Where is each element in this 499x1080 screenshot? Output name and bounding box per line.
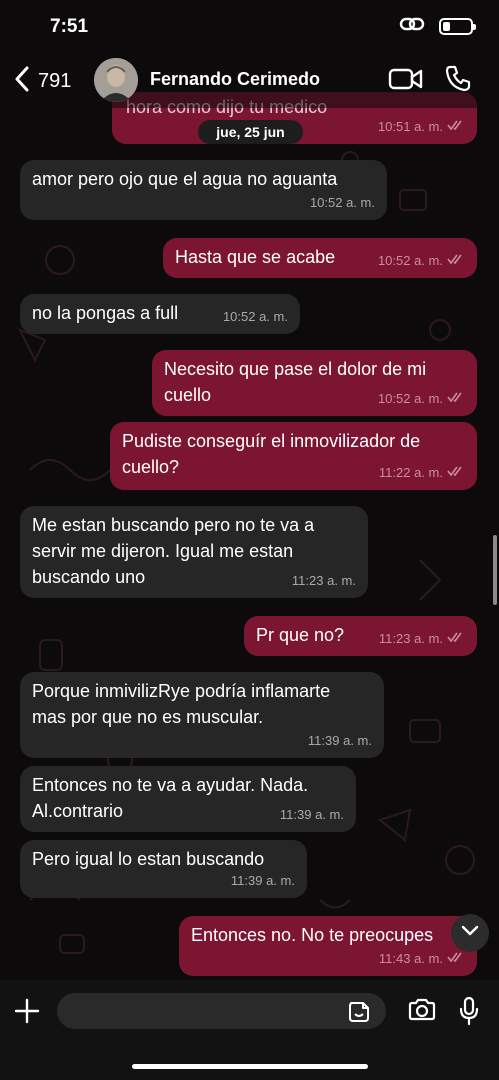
message-bubble-outgoing[interactable]: Hasta que se acabe 10:52 a. m. xyxy=(163,238,477,278)
message-bubble-outgoing[interactable]: Entonces no. No te preocupes 11:43 a. m. xyxy=(179,916,477,976)
message-bubble-incoming[interactable]: Me estan buscando pero no te va a servir… xyxy=(20,506,368,598)
message-time: 11:22 a. m. xyxy=(378,465,443,480)
message-time: 11:39 a. m. xyxy=(307,733,372,748)
status-bar: 7:51 xyxy=(0,0,499,52)
scrollbar[interactable] xyxy=(493,535,497,605)
message-bubble-incoming[interactable]: Porque inmivilizRye podría inflamarte ma… xyxy=(20,672,384,758)
message-input[interactable] xyxy=(57,993,386,1029)
read-receipt-icon xyxy=(447,386,465,412)
message-time: 11:39 a. m. xyxy=(230,873,295,888)
read-receipt-icon xyxy=(447,248,465,274)
chevron-left-icon xyxy=(14,66,30,97)
message-text: amor pero ojo que el agua no aguanta xyxy=(32,169,338,189)
message-meta: 11:22 a. m. xyxy=(379,460,465,486)
battery-fill xyxy=(443,22,450,31)
composer-bar xyxy=(0,980,499,1080)
unread-count: 791 xyxy=(38,70,72,92)
message-meta: 11:23 a. m. xyxy=(379,626,465,652)
microphone-icon[interactable] xyxy=(458,996,480,1031)
message-meta: 10:52 a. m. xyxy=(378,248,465,274)
chevron-down-icon xyxy=(461,924,479,942)
message-time: 11:23 a. m. xyxy=(291,573,356,588)
message-text: Entonces no. No te preocupes xyxy=(191,925,434,945)
read-receipt-icon xyxy=(447,460,465,486)
read-receipt-icon xyxy=(447,114,465,140)
chat-header: 791 Fernando Cerimedo xyxy=(0,52,499,108)
plus-icon[interactable] xyxy=(14,998,40,1029)
message-meta: 11:43 a. m. xyxy=(379,946,465,972)
date-chip: jue, 25 jun xyxy=(198,120,303,144)
phone-icon[interactable] xyxy=(444,64,472,97)
status-time: 7:51 xyxy=(50,16,89,37)
sticker-icon[interactable] xyxy=(347,1000,371,1029)
message-time: 10:51 a. m. xyxy=(377,119,443,134)
message-meta: 10:52 a. m. xyxy=(223,304,288,330)
home-indicator[interactable] xyxy=(132,1064,368,1069)
message-meta: 11:39 a. m. xyxy=(308,728,372,754)
message-bubble-incoming[interactable]: amor pero ojo que el agua no aguanta 10:… xyxy=(20,160,387,220)
message-time: 10:52 a. m. xyxy=(309,195,375,210)
contact-name[interactable]: Fernando Cerimedo xyxy=(150,69,320,90)
message-bubble-incoming[interactable]: no la pongas a full 10:52 a. m. xyxy=(20,294,300,334)
message-time: 10:52 a. m. xyxy=(377,391,443,406)
message-meta: 10:51 a. m. xyxy=(378,114,465,140)
scroll-to-bottom-button[interactable] xyxy=(451,914,489,952)
video-call-icon[interactable] xyxy=(388,66,424,97)
link-icon xyxy=(399,16,425,37)
message-bubble-outgoing[interactable]: Pr que no? 11:23 a. m. xyxy=(244,616,477,656)
message-meta: 11:23 a. m. xyxy=(292,568,356,594)
message-bubble-incoming[interactable]: Entonces no te va a ayudar. Nada. Al.con… xyxy=(20,766,356,832)
message-meta: 11:39 a. m. xyxy=(280,802,344,828)
message-time: 10:52 a. m. xyxy=(222,309,288,324)
battery-icon xyxy=(439,18,476,35)
message-meta: 10:52 a. m. xyxy=(310,190,375,216)
message-time: 11:43 a. m. xyxy=(378,951,443,966)
message-time: 11:23 a. m. xyxy=(378,631,443,646)
status-icons xyxy=(399,16,476,37)
read-receipt-icon xyxy=(447,626,465,652)
message-meta: 11:39 a. m. xyxy=(231,868,295,894)
message-bubble-outgoing[interactable]: Necesito que pase el dolor de mi cuello … xyxy=(152,350,477,416)
message-time: 11:39 a. m. xyxy=(279,807,344,822)
message-time: 10:52 a. m. xyxy=(377,253,443,268)
message-text: Porque inmivilizRye podría inflamarte ma… xyxy=(32,681,331,727)
message-bubble-incoming[interactable]: Pero igual lo estan buscando 11:39 a. m. xyxy=(20,840,307,898)
camera-icon[interactable] xyxy=(407,998,437,1027)
message-bubble-outgoing[interactable]: Pudiste conseguír el inmovilizador de cu… xyxy=(110,422,477,490)
back-button[interactable]: 791 xyxy=(14,66,71,97)
avatar[interactable] xyxy=(94,58,138,102)
message-meta: 10:52 a. m. xyxy=(378,386,465,412)
